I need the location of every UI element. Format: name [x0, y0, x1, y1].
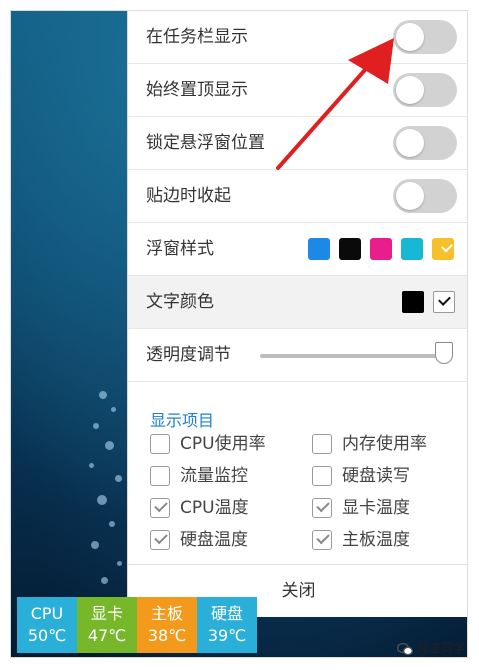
checkbox-disk-io[interactable]: 硬盘读写 [312, 463, 410, 489]
setting-row-text-color: 文字颜色 [128, 276, 467, 329]
widget-cell-value: 47℃ [87, 626, 127, 645]
display-items-title: 显示项目 [150, 411, 215, 430]
widget-cell-name: 主板 [150, 604, 183, 623]
checkbox-disk-temp[interactable]: 硬盘温度 [150, 527, 248, 553]
checkbox-label: 主板温度 [342, 530, 410, 550]
checkbox-label: 硬盘读写 [342, 466, 410, 486]
setting-row-float-style: 浮窗样式 [128, 223, 467, 276]
collapse-at-edge-toggle[interactable] [393, 179, 457, 213]
widget-cell-disk: 硬盘 39℃ [197, 597, 257, 653]
toggle-knob [396, 129, 424, 157]
checkbox-label: 显卡温度 [342, 498, 410, 518]
text-color-black[interactable] [402, 291, 424, 313]
screenshot-frame: 在任务栏显示 始终置顶显示 锁定悬浮窗位置 贴边时收起 浮窗样式 文字颜色 透明… [10, 10, 468, 658]
checkbox-label: CPU使用率 [180, 434, 266, 454]
checkbox-box[interactable] [150, 466, 170, 486]
setting-label: 始终置顶显示 [146, 80, 248, 100]
checkbox-box[interactable] [312, 530, 332, 550]
checkbox-memory-usage[interactable]: 内存使用率 [312, 431, 427, 457]
style-swatch-blue[interactable] [308, 238, 330, 260]
opacity-slider-fill [260, 354, 444, 358]
checkbox-box[interactable] [150, 530, 170, 550]
checkbox-label: CPU温度 [180, 498, 249, 518]
setting-row-show-in-taskbar: 在任务栏显示 [128, 11, 467, 64]
checkbox-box[interactable] [312, 434, 332, 454]
watermark-text: 阿虚同学 [417, 641, 466, 655]
opacity-slider-thumb[interactable] [435, 342, 453, 364]
widget-cell-motherboard: 主板 38℃ [137, 597, 197, 653]
toggle-knob [396, 23, 424, 51]
widget-cell-value: 38℃ [147, 626, 187, 645]
setting-label: 在任务栏显示 [146, 27, 248, 47]
setting-row-opacity: 透明度调节 [128, 329, 467, 382]
widget-cell-name: 硬盘 [210, 604, 243, 623]
checkbox-label: 流量监控 [180, 466, 248, 486]
checkbox-traffic-monitor[interactable]: 流量监控 [150, 463, 248, 489]
setting-label: 锁定悬浮窗位置 [146, 133, 265, 153]
widget-cell-cpu: CPU 50℃ [17, 597, 77, 653]
setting-row-lock-position: 锁定悬浮窗位置 [128, 117, 467, 170]
lock-position-toggle[interactable] [393, 126, 457, 160]
widget-cell-value: 50℃ [27, 626, 67, 645]
toggle-knob [396, 76, 424, 104]
checkbox-cpu-temp[interactable]: CPU温度 [150, 495, 249, 521]
style-swatch-cyan[interactable] [401, 238, 423, 260]
checkbox-box[interactable] [150, 434, 170, 454]
checkbox-label: 硬盘温度 [180, 530, 248, 550]
setting-label: 贴边时收起 [146, 186, 231, 206]
checkbox-box[interactable] [150, 498, 170, 518]
style-swatch-yellow[interactable] [432, 238, 454, 260]
floating-monitor-widget[interactable]: CPU 50℃ 显卡 47℃ 主板 38℃ 硬盘 39℃ [17, 597, 257, 653]
toggle-knob [396, 182, 424, 210]
widget-cell-value: 39℃ [207, 626, 247, 645]
always-on-top-toggle[interactable] [393, 73, 457, 107]
watermark: 阿虚同学 [397, 638, 465, 658]
checkbox-box[interactable] [312, 498, 332, 518]
text-color-white[interactable] [433, 291, 455, 313]
opacity-slider[interactable] [260, 342, 453, 364]
style-swatch-black[interactable] [339, 238, 361, 260]
widget-cell-name: 显卡 [90, 604, 123, 623]
widget-cell-gpu: 显卡 47℃ [77, 597, 137, 653]
widget-cell-name: CPU [30, 604, 64, 623]
checkbox-box[interactable] [312, 466, 332, 486]
checkbox-cpu-usage[interactable]: CPU使用率 [150, 431, 266, 457]
checkbox-gpu-temp[interactable]: 显卡温度 [312, 495, 410, 521]
checkbox-label: 内存使用率 [342, 434, 427, 454]
setting-label: 透明度调节 [146, 345, 231, 365]
checkbox-motherboard-temp[interactable]: 主板温度 [312, 527, 410, 553]
setting-row-always-on-top: 始终置顶显示 [128, 64, 467, 117]
setting-label: 文字颜色 [146, 292, 214, 312]
setting-row-collapse-at-edge: 贴边时收起 [128, 170, 467, 223]
setting-label: 浮窗样式 [146, 239, 214, 259]
settings-panel: 在任务栏显示 始终置顶显示 锁定悬浮窗位置 贴边时收起 浮窗样式 文字颜色 透明… [127, 11, 467, 617]
wechat-icon [397, 642, 413, 655]
show-in-taskbar-toggle[interactable] [393, 20, 457, 54]
style-swatch-pink[interactable] [370, 238, 392, 260]
